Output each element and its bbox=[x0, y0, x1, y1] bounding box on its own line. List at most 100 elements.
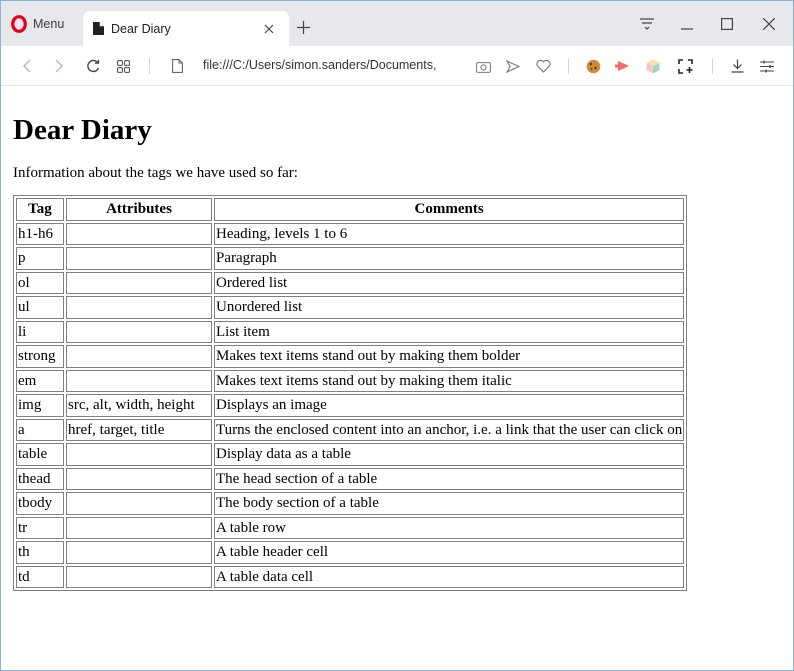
easy-setup-icon[interactable] bbox=[635, 13, 659, 35]
cell-comments: List item bbox=[214, 320, 685, 343]
tab-dear-diary[interactable]: Dear Diary bbox=[83, 11, 289, 46]
toolbar-divider bbox=[568, 58, 569, 74]
browser-window: Menu Dear Diary file:///C:/Users/simon.s… bbox=[0, 0, 794, 671]
cell-attributes bbox=[66, 443, 212, 466]
header-tag: Tag bbox=[16, 198, 64, 221]
cell-attributes bbox=[66, 320, 212, 343]
cell-comments: The body section of a table bbox=[214, 492, 685, 515]
speed-dial-icon[interactable] bbox=[113, 56, 133, 76]
cell-attributes: src, alt, width, height bbox=[66, 394, 212, 417]
download-icon[interactable] bbox=[727, 56, 747, 76]
cell-tag: tr bbox=[16, 516, 64, 539]
cell-attributes bbox=[66, 222, 212, 245]
cell-comments: Unordered list bbox=[214, 296, 685, 319]
table-row: p Paragraph bbox=[16, 247, 685, 270]
cell-attributes bbox=[66, 369, 212, 392]
cell-comments: Turns the enclosed content into an ancho… bbox=[214, 418, 685, 441]
intro-paragraph: Information about the tags we have used … bbox=[13, 165, 298, 181]
cell-tag: ul bbox=[16, 296, 64, 319]
cell-attributes bbox=[66, 492, 212, 515]
menu-button[interactable]: Menu bbox=[11, 14, 64, 34]
table-row: th A table header cell bbox=[16, 541, 685, 564]
cell-comments: Display data as a table bbox=[214, 443, 685, 466]
cell-comments: Makes text items stand out by making the… bbox=[214, 345, 685, 368]
cell-tag: strong bbox=[16, 345, 64, 368]
screenshot-crop-icon[interactable] bbox=[675, 56, 695, 76]
cell-tag: th bbox=[16, 541, 64, 564]
table-row: ol Ordered list bbox=[16, 271, 685, 294]
cell-tag: td bbox=[16, 565, 64, 588]
cell-tag: img bbox=[16, 394, 64, 417]
cell-comments: Ordered list bbox=[214, 271, 685, 294]
close-window-button[interactable] bbox=[757, 13, 781, 35]
cell-attributes bbox=[66, 467, 212, 490]
cell-attributes bbox=[66, 345, 212, 368]
table-head: Tag Attributes Comments bbox=[16, 198, 685, 221]
cookie-extension-icon[interactable] bbox=[583, 56, 603, 76]
table-header-row: Tag Attributes Comments bbox=[16, 198, 685, 221]
back-button[interactable] bbox=[17, 56, 37, 76]
table-row: tr A table row bbox=[16, 516, 685, 539]
opera-logo-icon bbox=[11, 15, 27, 33]
cell-comments: A table row bbox=[214, 516, 685, 539]
menu-label: Menu bbox=[33, 17, 65, 31]
cell-comments: A table header cell bbox=[214, 541, 685, 564]
cell-attributes bbox=[66, 541, 212, 564]
cell-attributes bbox=[66, 565, 212, 588]
video-extension-icon[interactable] bbox=[613, 56, 633, 76]
snapshot-icon[interactable] bbox=[473, 56, 493, 76]
toolbar-divider bbox=[712, 58, 713, 74]
header-attributes: Attributes bbox=[66, 198, 212, 221]
cell-tag: h1-h6 bbox=[16, 222, 64, 245]
cell-tag: thead bbox=[16, 467, 64, 490]
tab-strip: Menu Dear Diary bbox=[1, 1, 793, 46]
reload-button[interactable] bbox=[83, 56, 103, 76]
tab-title: Dear Diary bbox=[111, 21, 171, 36]
forward-button[interactable] bbox=[49, 56, 69, 76]
address-field[interactable]: file:///C:/Users/simon.sanders/Documents… bbox=[203, 58, 465, 76]
cell-tag: table bbox=[16, 443, 64, 466]
heart-icon[interactable] bbox=[533, 56, 553, 76]
cell-comments: Heading, levels 1 to 6 bbox=[214, 222, 685, 245]
toolbar-divider bbox=[149, 58, 150, 74]
table-row: strong Makes text items stand out by maki… bbox=[16, 345, 685, 368]
table-row: img src, alt, width, height Displays an im… bbox=[16, 394, 685, 417]
web-page-content: Dear Diary Information about the tags we… bbox=[1, 87, 793, 670]
cell-attributes bbox=[66, 296, 212, 319]
address-toolbar: file:///C:/Users/simon.sanders/Documents… bbox=[1, 46, 793, 86]
cell-attributes bbox=[66, 516, 212, 539]
cell-attributes bbox=[66, 247, 212, 270]
cell-attributes: href, target, title bbox=[66, 418, 212, 441]
cell-tag: em bbox=[16, 369, 64, 392]
document-icon bbox=[93, 22, 105, 36]
cell-tag: p bbox=[16, 247, 64, 270]
tags-table: Tag Attributes Comments h1-h6 Heading, le… bbox=[13, 195, 688, 591]
cell-tag: li bbox=[16, 320, 64, 343]
table-row: em Makes text items stand out by making t… bbox=[16, 369, 685, 392]
close-tab-icon[interactable] bbox=[259, 19, 279, 39]
table-row: tbody The body section of a table bbox=[16, 492, 685, 515]
minimize-button[interactable] bbox=[675, 13, 699, 35]
new-tab-button[interactable] bbox=[293, 17, 313, 37]
table-row: thead The head section of a table bbox=[16, 467, 685, 490]
cell-comments: Paragraph bbox=[214, 247, 685, 270]
easy-setup-sliders-icon[interactable] bbox=[757, 56, 777, 76]
table-row: li List item bbox=[16, 320, 685, 343]
table-row: h1-h6 Heading, levels 1 to 6 bbox=[16, 222, 685, 245]
cell-comments: Makes text items stand out by making the… bbox=[214, 369, 685, 392]
maximize-button[interactable] bbox=[715, 13, 739, 35]
table-row: ul Unordered list bbox=[16, 296, 685, 319]
cell-tag: a bbox=[16, 418, 64, 441]
cube-extension-icon[interactable] bbox=[643, 56, 663, 76]
table-row: a href, target, title Turns the enclosed c… bbox=[16, 418, 685, 441]
cell-tag: tbody bbox=[16, 492, 64, 515]
header-comments: Comments bbox=[214, 198, 685, 221]
send-to-flow-icon[interactable] bbox=[503, 56, 523, 76]
page-heading: Dear Diary bbox=[13, 114, 152, 146]
cell-comments: The head section of a table bbox=[214, 467, 685, 490]
table-row: td A table data cell bbox=[16, 565, 685, 588]
cell-attributes bbox=[66, 271, 212, 294]
cell-comments: Displays an image bbox=[214, 394, 685, 417]
page-info-icon[interactable] bbox=[167, 56, 187, 76]
cell-comments: A table data cell bbox=[214, 565, 685, 588]
